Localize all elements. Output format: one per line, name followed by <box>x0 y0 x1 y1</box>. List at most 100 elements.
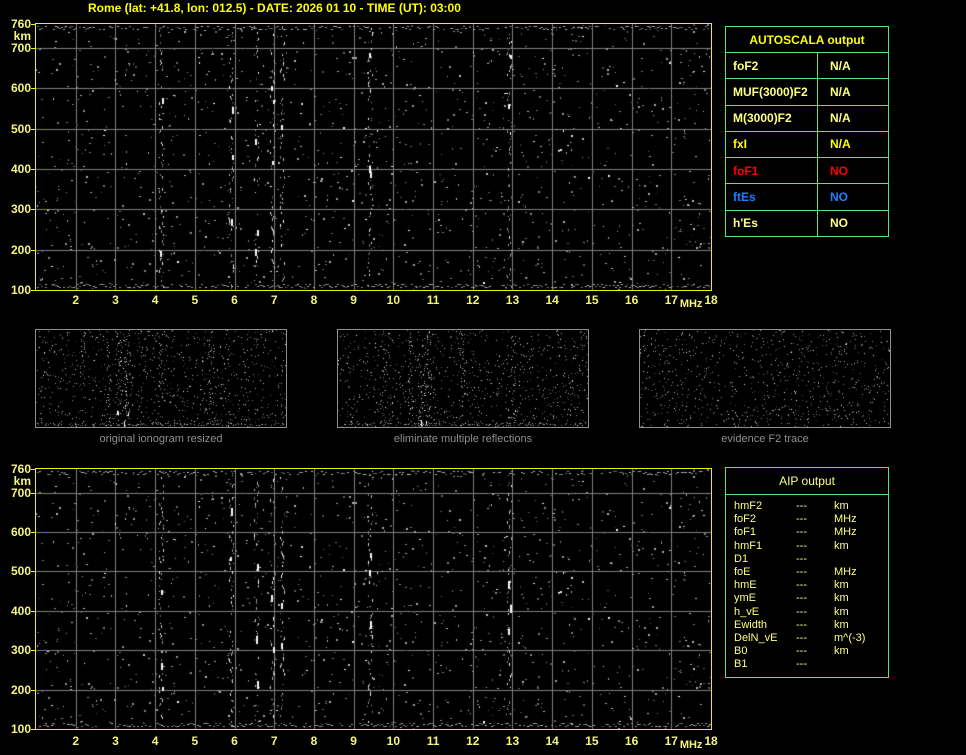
aip-row-unit: MHz <box>834 526 857 539</box>
x-axis-tick-label: 6 <box>231 293 238 307</box>
y-axis-tick-label: 100 <box>10 722 31 736</box>
y-axis-tick-label: 600 <box>10 525 31 540</box>
x-axis-tick-label: 13 <box>505 293 520 307</box>
y-axis-tick <box>31 24 35 25</box>
thumbnail-image <box>640 330 890 427</box>
x-axis-tick-label: 10 <box>386 293 401 307</box>
x-axis-tick-label: 9 <box>350 734 357 748</box>
thumbnail-image <box>338 330 588 427</box>
x-axis-tick-label: 3 <box>112 734 119 748</box>
y-axis-tick-label: 500 <box>10 121 31 136</box>
autoscala-row: MUF(3000)F2 N/A <box>726 79 888 106</box>
x-axis-unit-label: MHz <box>679 298 703 310</box>
aip-ionogram-canvas <box>36 469 711 729</box>
y-axis-tick <box>31 492 35 494</box>
x-axis-tick-label: 16 <box>624 293 639 307</box>
x-axis-tick-label: 5 <box>191 734 199 748</box>
autoscala-row: foF1 NO <box>726 158 888 185</box>
aip-row-label: B1 <box>734 658 748 671</box>
aip-row-label: DelN_vE <box>734 631 778 644</box>
main-ionogram-canvas <box>36 24 711 290</box>
thumbnail-box <box>35 329 287 428</box>
aip-row: foF2 --- MHz <box>726 513 888 526</box>
x-axis-tick-label: 15 <box>585 734 599 748</box>
y-axis-tick <box>31 729 35 730</box>
aip-row: Ewidth --- km <box>726 619 888 632</box>
aip-row: foF1 --- MHz <box>726 526 888 539</box>
autoscala-row: h'Es NO <box>726 210 888 236</box>
autoscala-row-label: foF2 <box>726 53 818 79</box>
y-axis-tick <box>31 88 35 90</box>
x-axis-tick-label: 3 <box>112 293 119 307</box>
aip-row-unit: km <box>834 645 849 658</box>
aip-row-unit: m^(-3) <box>834 631 866 644</box>
aip-row-label: D1 <box>734 552 749 565</box>
x-axis-tick-label: 13 <box>505 734 520 748</box>
y-axis-tick-label: 300 <box>10 202 31 217</box>
y-axis-tick <box>31 48 35 50</box>
aip-row-unit: km <box>834 579 849 592</box>
y-axis-tick-label: 200 <box>10 242 31 257</box>
aip-row-value: --- <box>796 500 807 512</box>
aip-row-value: --- <box>796 631 807 644</box>
x-axis-tick-label: 7 <box>270 293 278 307</box>
thumbnail-box <box>337 329 589 428</box>
x-axis-tick-label: 14 <box>545 734 559 748</box>
y-axis-tick <box>31 249 35 251</box>
y-axis-tick-label: 300 <box>10 643 31 658</box>
x-axis-tick-label: 15 <box>585 293 599 307</box>
y-axis-tick <box>31 571 35 573</box>
aip-row-label: B0 <box>734 645 748 658</box>
autoscala-row-value: NO <box>830 216 848 231</box>
aip-row: ymE --- km <box>726 592 888 605</box>
autoscala-row-label: foF1 <box>726 158 818 184</box>
y-axis-tick-label: 400 <box>10 162 31 177</box>
thumbnail-box <box>639 329 891 428</box>
x-axis-tick-label: 9 <box>350 293 357 307</box>
aip-row-value: --- <box>796 618 807 631</box>
aip-row-value: --- <box>796 605 807 618</box>
x-axis-tick-label: 6 <box>231 734 238 748</box>
aip-row-label: foE <box>734 565 751 578</box>
y-axis-tick <box>31 689 35 691</box>
autoscala-row-label: MUF(3000)F2 <box>726 79 818 105</box>
y-axis-tick <box>31 128 35 130</box>
aip-row-value: --- <box>796 513 807 526</box>
thumbnail-caption: original ionogram resized <box>99 433 223 445</box>
autoscala-row: foF2 N/A <box>726 53 888 80</box>
aip-row: foE --- MHz <box>726 566 888 579</box>
autoscala-row-label: M(3000)F2 <box>726 105 818 131</box>
x-axis-tick-label: 11 <box>426 293 440 307</box>
aip-row-value: --- <box>796 645 807 658</box>
aip-row: hmF1 --- km <box>726 540 888 553</box>
aip-row: D1 --- <box>726 553 888 566</box>
x-axis-tick-label: 2 <box>72 293 80 307</box>
y-axis-tick-label: 600 <box>10 81 31 96</box>
x-axis-tick-label: 4 <box>151 734 159 748</box>
aip-ionogram-plot <box>35 468 712 730</box>
autoscala-row-value: N/A <box>830 58 851 73</box>
autoscala-row-label: ftEs <box>726 184 818 210</box>
y-axis-tick <box>31 469 35 470</box>
main-ionogram-plot <box>35 23 712 291</box>
thumbnail-image <box>36 330 286 427</box>
aip-row-unit: km <box>834 618 849 631</box>
y-axis-unit-label: km <box>13 473 31 488</box>
aip-table-body: hmF2 --- km foF2 --- MHz foF1 --- MHz hmF1 --- km D1… <box>726 495 888 671</box>
aip-row-unit: km <box>834 592 849 605</box>
y-axis-tick <box>31 169 35 171</box>
x-axis-tick-label: 8 <box>310 734 318 748</box>
x-axis-tick-label: 4 <box>151 293 159 307</box>
y-axis-tick <box>31 610 35 612</box>
autoscala-output-table: AUTOSCALA output foF2 N/A MUF(3000)F2 N/A M(… <box>725 26 889 237</box>
aip-row-value: --- <box>796 658 807 671</box>
autoscala-row-value: NO <box>830 163 848 178</box>
aip-row: hmF2 --- km <box>726 500 888 513</box>
autoscala-table-header: AUTOSCALA output <box>726 27 888 53</box>
y-axis-tick-label: 400 <box>10 603 31 618</box>
autoscala-row-value: N/A <box>830 84 851 99</box>
x-axis-tick-label: 2 <box>72 734 80 748</box>
aip-output-table: AIP output hmF2 --- km foF2 --- MHz foF1 --- MHz… <box>725 467 889 678</box>
x-axis-tick-label: 16 <box>624 734 639 748</box>
aip-row-unit: km <box>834 500 849 512</box>
